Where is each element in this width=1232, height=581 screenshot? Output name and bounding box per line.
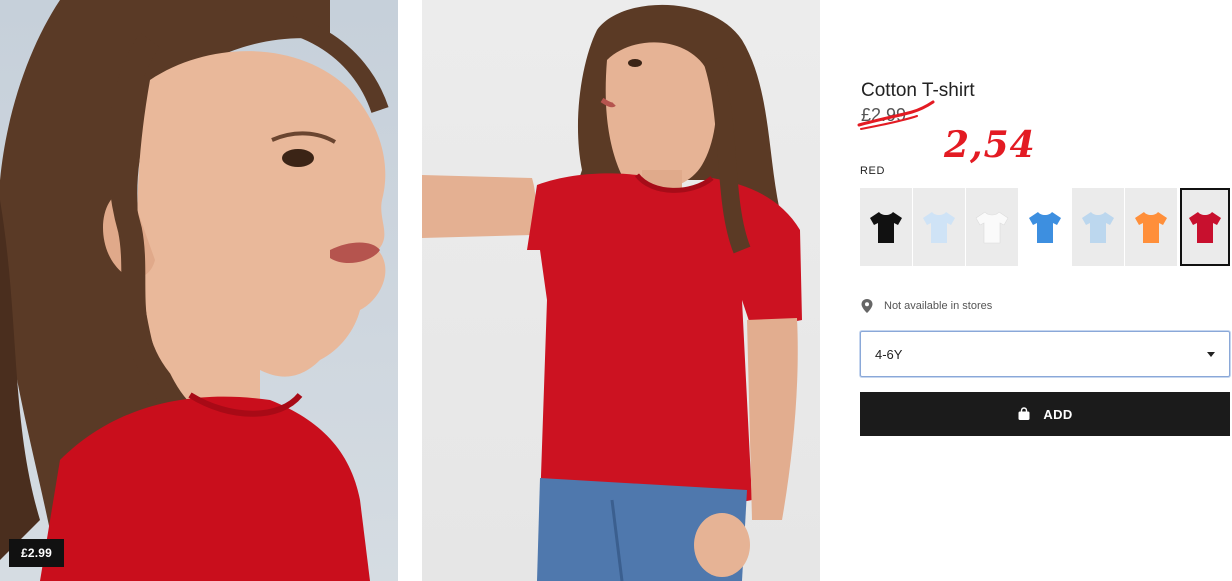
price-strikethrough-annotation xyxy=(857,100,935,130)
size-value: 4-6Y xyxy=(875,346,903,362)
tshirt-icon xyxy=(1189,212,1221,243)
price-tag: £2.99 xyxy=(9,539,65,567)
new-price-annotation: 2,54 xyxy=(944,124,1036,166)
swatch-light-blue[interactable] xyxy=(913,188,965,266)
swatch-orange[interactable] xyxy=(1125,188,1177,266)
add-to-bag-button[interactable]: ADD xyxy=(860,392,1230,436)
closeup-illustration xyxy=(0,0,389,581)
tshirt-icon xyxy=(1135,212,1167,243)
add-button-label: ADD xyxy=(1043,406,1073,422)
caret-down-icon xyxy=(1207,351,1215,357)
tshirt-icon xyxy=(975,211,1009,244)
tshirt-icon xyxy=(1029,212,1061,243)
swatch-blue[interactable] xyxy=(1019,188,1071,266)
swatch-red[interactable] xyxy=(1180,188,1230,266)
location-pin-icon xyxy=(860,298,874,314)
swatch-black[interactable] xyxy=(860,188,912,266)
availability-text: Not available in stores xyxy=(884,300,993,312)
swatch-pale-blue[interactable] xyxy=(1072,188,1124,266)
selected-color-label: RED xyxy=(860,165,886,177)
full-illustration xyxy=(422,4,802,581)
product-image-full[interactable] xyxy=(422,0,820,581)
size-select[interactable]: 4-6Y xyxy=(860,331,1230,377)
store-availability: Not available in stores xyxy=(860,298,992,314)
product-image-closeup[interactable]: £2.99 xyxy=(0,0,398,581)
color-swatches xyxy=(860,188,1231,266)
tshirt-icon xyxy=(923,212,955,243)
product-panel: Cotton T-shirt £2.99 2,54 RED Not availa… xyxy=(857,0,1232,581)
swatch-white[interactable] xyxy=(966,188,1018,266)
shopping-bag-icon xyxy=(1017,407,1031,421)
tshirt-icon xyxy=(1082,212,1114,243)
tshirt-icon xyxy=(870,212,902,243)
